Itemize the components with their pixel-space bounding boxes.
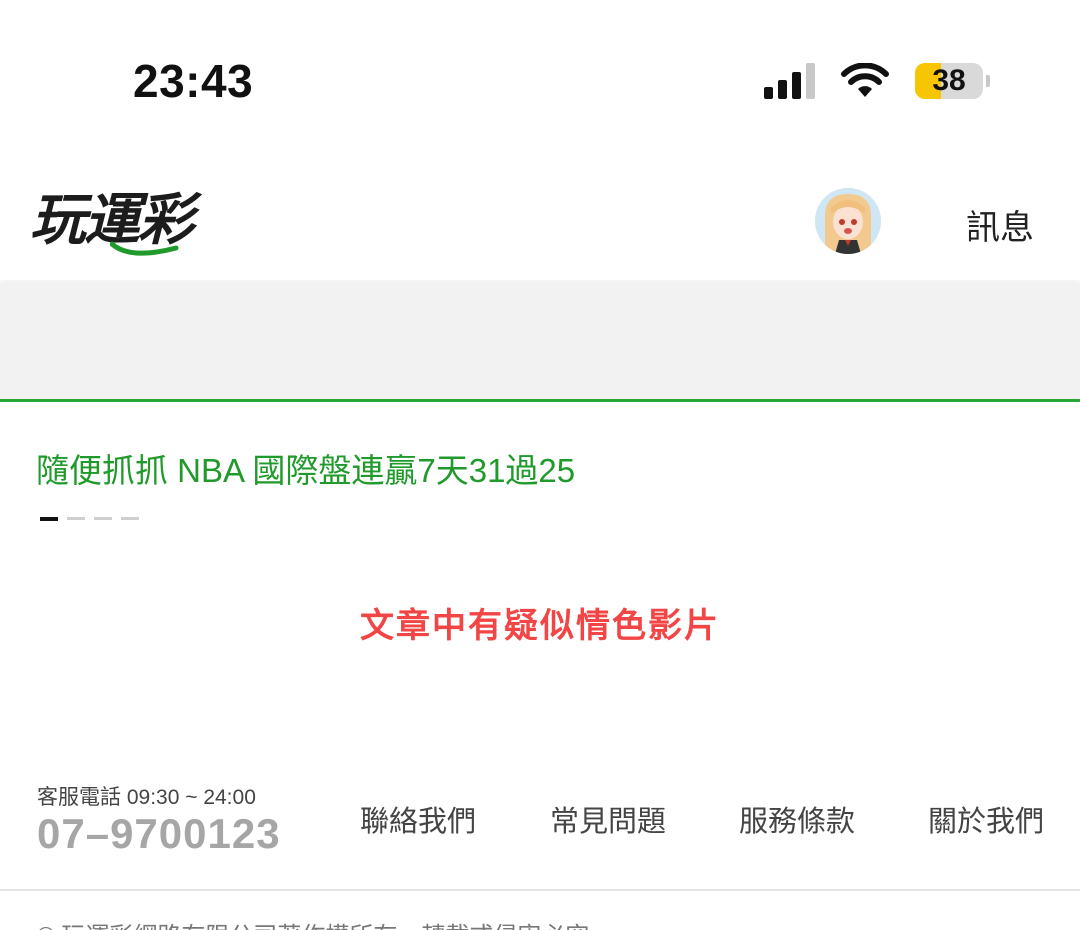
banner-area bbox=[0, 282, 1080, 402]
footer-divider bbox=[0, 889, 1080, 891]
article-title[interactable]: 隨便抓抓 NBA 國際盤連贏7天31過25 bbox=[36, 444, 575, 492]
wifi-icon bbox=[841, 63, 889, 97]
footer: 客服電話 09:30 ~ 24:00 07–9700123 聯絡我們 常見問題 … bbox=[0, 770, 1080, 930]
avatar[interactable] bbox=[815, 188, 881, 254]
copyright-text: © 玩運彩網路有限公司著作權所有，轉載或侵害必究。 bbox=[37, 916, 613, 930]
battery-icon: 38 bbox=[915, 63, 990, 99]
page-dot-4[interactable] bbox=[121, 517, 139, 520]
site-logo[interactable]: 玩運彩 bbox=[30, 180, 194, 260]
hotline-label: 客服電話 09:30 ~ 24:00 bbox=[37, 786, 256, 809]
footer-link-faq[interactable]: 常見問題 bbox=[550, 798, 666, 840]
page: 23:43 38 玩運彩 訊息 隨便抓抓 NBA 國際盤連贏7天31過25 文章… bbox=[0, 0, 1080, 930]
status-time: 23:43 bbox=[133, 55, 254, 107]
content-warning: 文章中有疑似情色影片 bbox=[360, 607, 720, 645]
footer-link-contact[interactable]: 聯絡我們 bbox=[360, 798, 476, 840]
logo-swoosh-icon bbox=[110, 241, 179, 256]
page-dot-2[interactable] bbox=[67, 517, 85, 520]
messages-link[interactable]: 訊息 bbox=[966, 200, 1034, 249]
footer-link-about[interactable]: 關於我們 bbox=[928, 798, 1044, 840]
status-icons: 38 bbox=[764, 58, 990, 104]
cellular-signal-icon bbox=[764, 63, 815, 99]
battery-level: 38 bbox=[932, 64, 966, 97]
page-indicator bbox=[40, 517, 139, 521]
battery-cap bbox=[986, 75, 990, 87]
status-bar: 23:43 38 bbox=[0, 0, 1080, 150]
footer-link-terms[interactable]: 服務條款 bbox=[739, 798, 855, 840]
hotline-number[interactable]: 07–9700123 bbox=[37, 810, 281, 858]
app-header: 玩運彩 訊息 bbox=[0, 150, 1080, 280]
page-dot-3[interactable] bbox=[94, 517, 112, 520]
page-dot-1[interactable] bbox=[40, 517, 58, 521]
avatar-image-icon bbox=[815, 188, 881, 254]
